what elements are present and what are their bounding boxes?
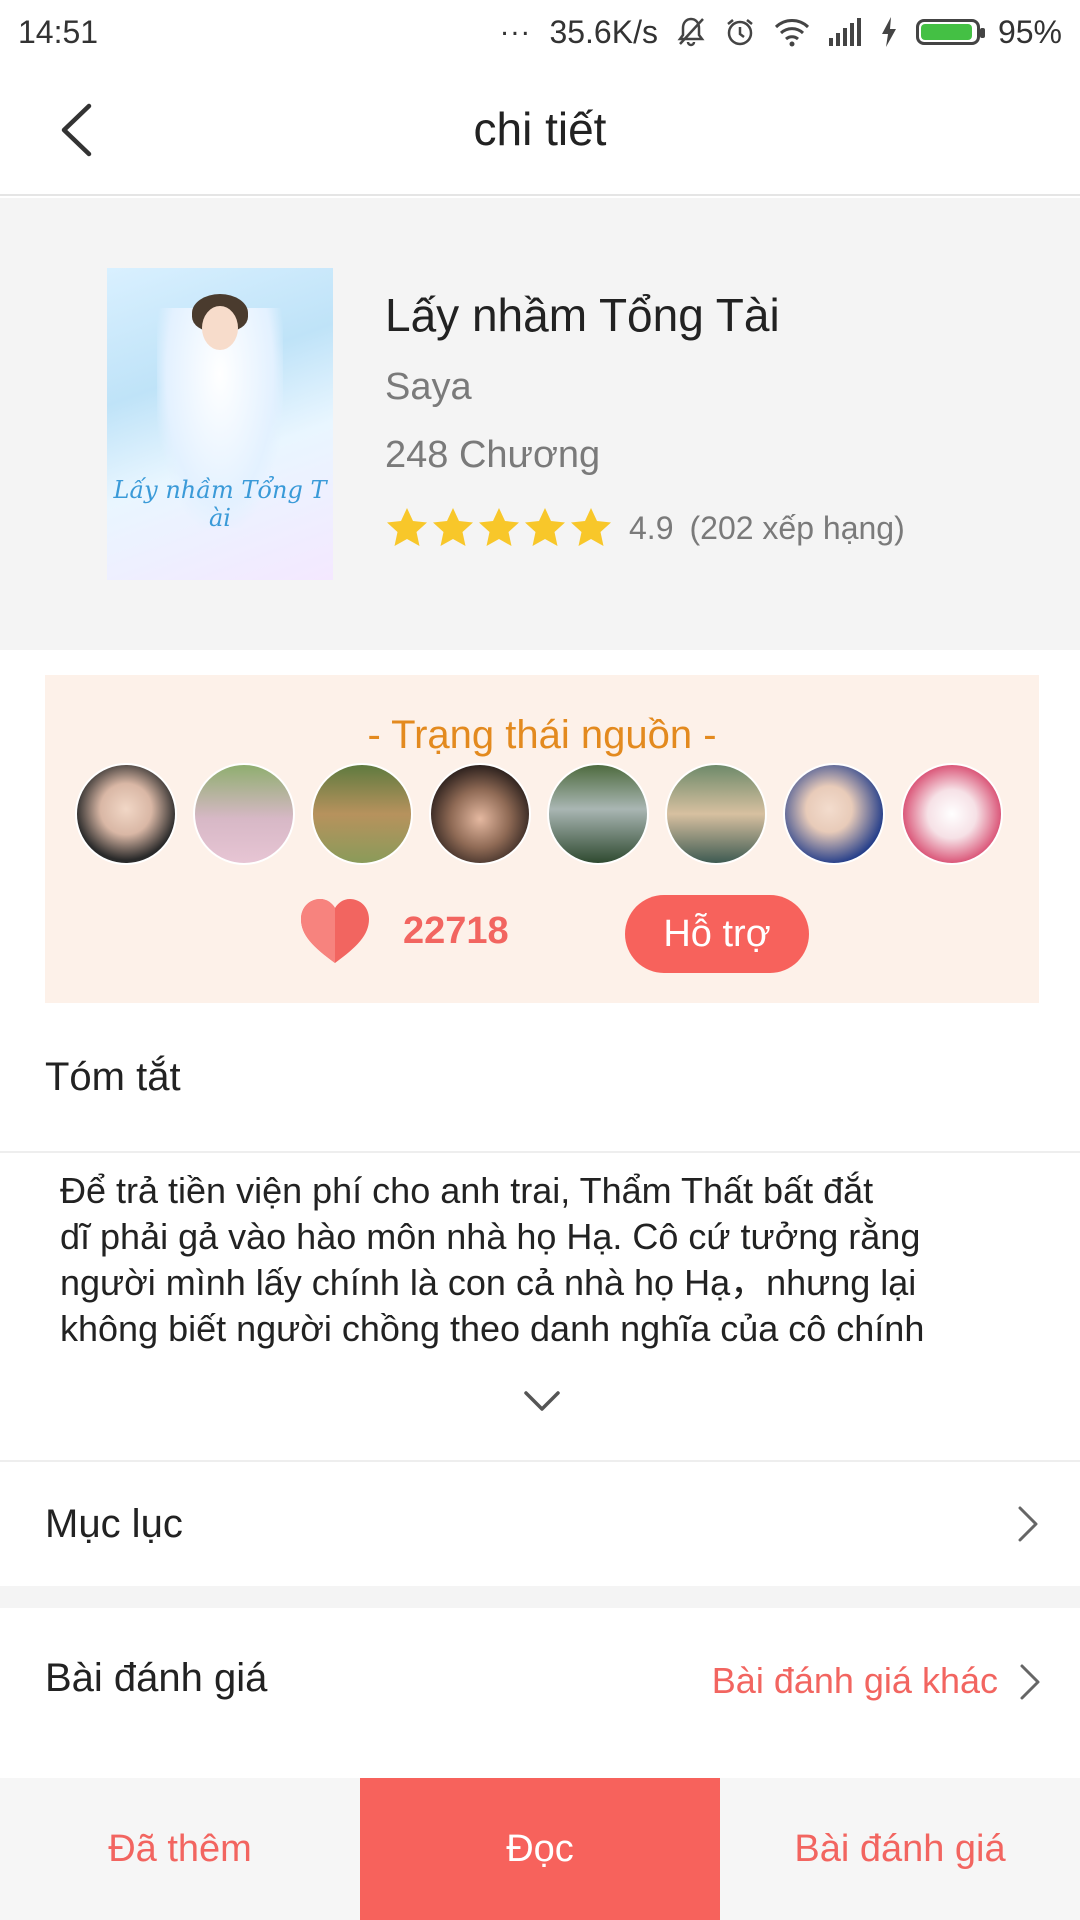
summary-header: Tóm tắt [0, 1003, 1080, 1153]
back-button[interactable] [40, 94, 112, 166]
summary-line: không biết người chồng theo danh nghĩa c… [60, 1308, 925, 1349]
status-bar: 14:51 ... 35.6K/s 95% [0, 0, 1080, 64]
book-cover-image[interactable]: Lấy nhầm Tổng T ài [107, 268, 333, 580]
supporter-avatar[interactable] [429, 763, 531, 865]
support-button[interactable]: Hỗ trợ [625, 895, 809, 973]
supporter-avatar[interactable] [783, 763, 885, 865]
book-author: Saya [385, 366, 472, 408]
star-icon [433, 508, 473, 546]
alarm-icon [727, 19, 753, 46]
star-icon [525, 508, 565, 546]
summary-line: người mình lấy chính là con cả nhà họ Hạ… [60, 1262, 917, 1303]
supporter-avatars [75, 763, 1003, 865]
book-info-panel: Lấy nhầm Tổng T ài Lấy nhầm Tổng Tài Say… [0, 198, 1080, 650]
table-of-contents-row[interactable]: Mục lục [0, 1462, 1080, 1586]
status-time: 14:51 [18, 13, 99, 50]
supporter-avatar[interactable] [665, 763, 767, 865]
section-gap [0, 1586, 1080, 1608]
added-to-library-button[interactable]: Đã thêm [0, 1778, 360, 1920]
rating-stars [385, 506, 613, 550]
chevron-right-icon[interactable] [1018, 1662, 1042, 1702]
battery-icon [915, 19, 985, 45]
summary-label: Tóm tắt [45, 1055, 181, 1099]
support-card: - Trạng thái nguồn - 22718 Hỗ trợ [45, 675, 1039, 1003]
write-review-button[interactable]: Bài đánh giá [720, 1778, 1080, 1920]
likes-group: 22718 [297, 893, 509, 969]
reviews-row: Bài đánh giá Bài đánh giá khác [0, 1608, 1080, 1776]
charging-icon [881, 17, 896, 47]
supporter-avatar[interactable] [193, 763, 295, 865]
more-dots-icon: ... [500, 9, 532, 42]
status-icons: ... 35.6K/s 95% [500, 9, 1062, 51]
star-icon [387, 508, 427, 546]
cover-face [202, 306, 238, 350]
mute-bell-icon [677, 17, 705, 47]
more-reviews-link[interactable]: Bài đánh giá khác [712, 1660, 998, 1702]
book-chapter-count: 248 Chương [385, 434, 601, 476]
heart-icon[interactable] [297, 893, 373, 969]
supporter-avatar[interactable] [311, 763, 413, 865]
rating-score: 4.9 [629, 509, 674, 546]
network-speed: 35.6K/s [549, 13, 658, 50]
wifi-icon [774, 19, 809, 47]
book-title: Lấy nhầm Tổng Tài [385, 289, 780, 341]
like-count: 22718 [403, 909, 509, 952]
read-button[interactable]: Đọc [360, 1778, 720, 1920]
toc-label: Mục lục [45, 1502, 183, 1546]
reviews-label: Bài đánh giá [45, 1656, 268, 1700]
signal-icon [828, 18, 861, 46]
supporter-avatar[interactable] [901, 763, 1003, 865]
rating-row: 4.9 (202 xếp hạng) [385, 506, 905, 550]
bottom-action-bar: Đã thêm Đọc Bài đánh giá [0, 1778, 1080, 1920]
summary-text: Để trả tiền viện phí cho anh trai, Thẩm … [60, 1168, 1020, 1352]
chevron-right-icon [1018, 1506, 1038, 1542]
supporter-avatar[interactable] [547, 763, 649, 865]
rating-count: (202 xếp hạng) [689, 509, 905, 546]
battery-percent: 95% [997, 13, 1062, 50]
summary-line: Để trả tiền viện phí cho anh trai, Thẩm … [60, 1170, 874, 1211]
app-root: 14:51 ... 35.6K/s 95% chi tiết Lấy nhầm … [0, 0, 1080, 1920]
summary-line: dĩ phải gả vào hào môn nhà họ Hạ. Cô cứ … [60, 1216, 921, 1257]
chevron-left-icon [61, 103, 92, 157]
expand-summary-chevron-down-icon[interactable] [522, 1388, 562, 1414]
page-title: chi tiết [473, 103, 607, 155]
top-app-bar: chi tiết [0, 64, 1080, 196]
battery-fill [920, 24, 973, 40]
cover-title: Lấy nhầm Tổng T ài [113, 476, 327, 532]
star-icon [479, 508, 519, 546]
support-title: - Trạng thái nguồn - [367, 713, 717, 757]
star-icon [571, 508, 611, 546]
supporter-avatar[interactable] [75, 763, 177, 865]
